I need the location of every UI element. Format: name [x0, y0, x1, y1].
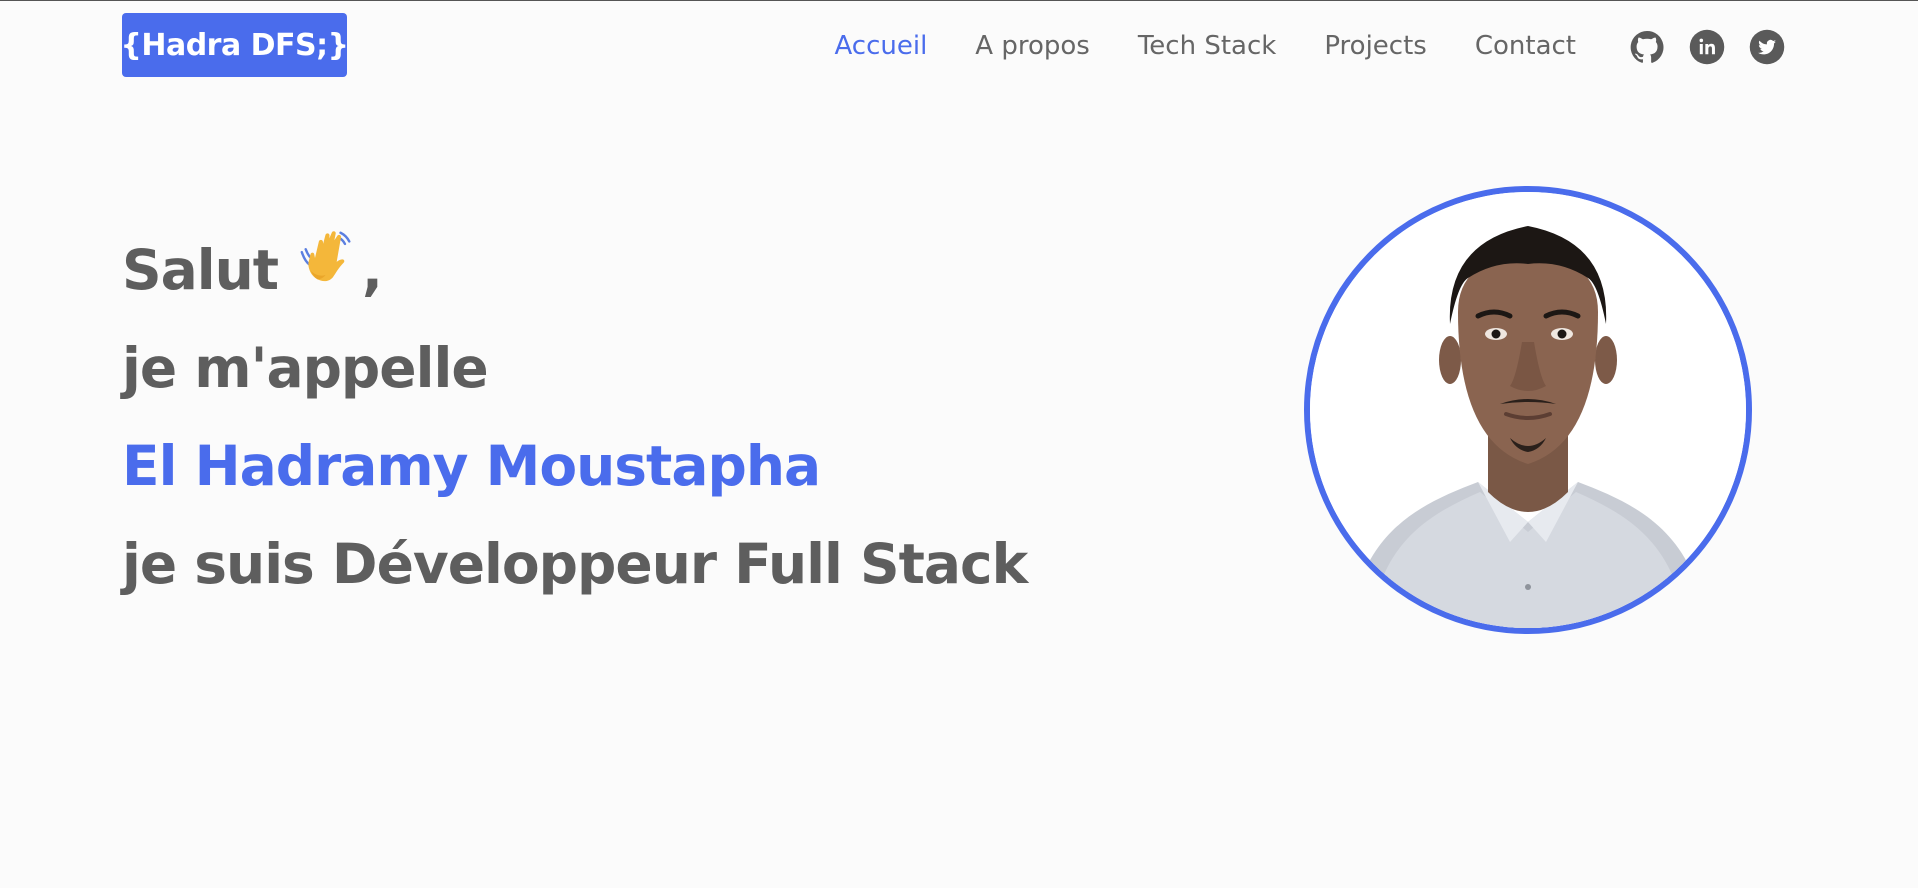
hero-line-2: je m'appelle	[122, 336, 489, 400]
nav-links: Accueil A propos Tech Stack Projects Con…	[834, 23, 1576, 69]
navbar: {Hadra DFS;} Accueil A propos Tech Stack…	[0, 1, 1918, 91]
hero-greeting-suffix: ,	[362, 238, 383, 302]
hero-greeting-line: Salut ,	[122, 221, 1027, 319]
hero-intro: Salut , je m'appelle El Hadramy Moustaph…	[122, 221, 1028, 613]
nav-link-contact[interactable]: Contact	[1475, 31, 1576, 61]
twitter-icon[interactable]	[1749, 29, 1785, 65]
social-links	[1629, 25, 1785, 69]
profile-photo	[1304, 186, 1752, 634]
github-icon[interactable]	[1629, 29, 1665, 65]
logo[interactable]: {Hadra DFS;}	[120, 13, 349, 77]
nav-link-a-propos[interactable]: A propos	[975, 31, 1090, 61]
waving-hand-icon	[296, 219, 358, 317]
hero-greeting: Salut	[122, 238, 279, 302]
nav-link-accueil[interactable]: Accueil	[834, 31, 927, 61]
nav-link-projects[interactable]: Projects	[1324, 31, 1427, 61]
nav-link-tech-stack[interactable]: Tech Stack	[1138, 31, 1276, 61]
linkedin-icon[interactable]	[1689, 29, 1725, 65]
hero-name: El Hadramy Moustapha	[122, 434, 821, 498]
hero-tagline: je suis Développeur Full Stack	[122, 532, 1028, 596]
